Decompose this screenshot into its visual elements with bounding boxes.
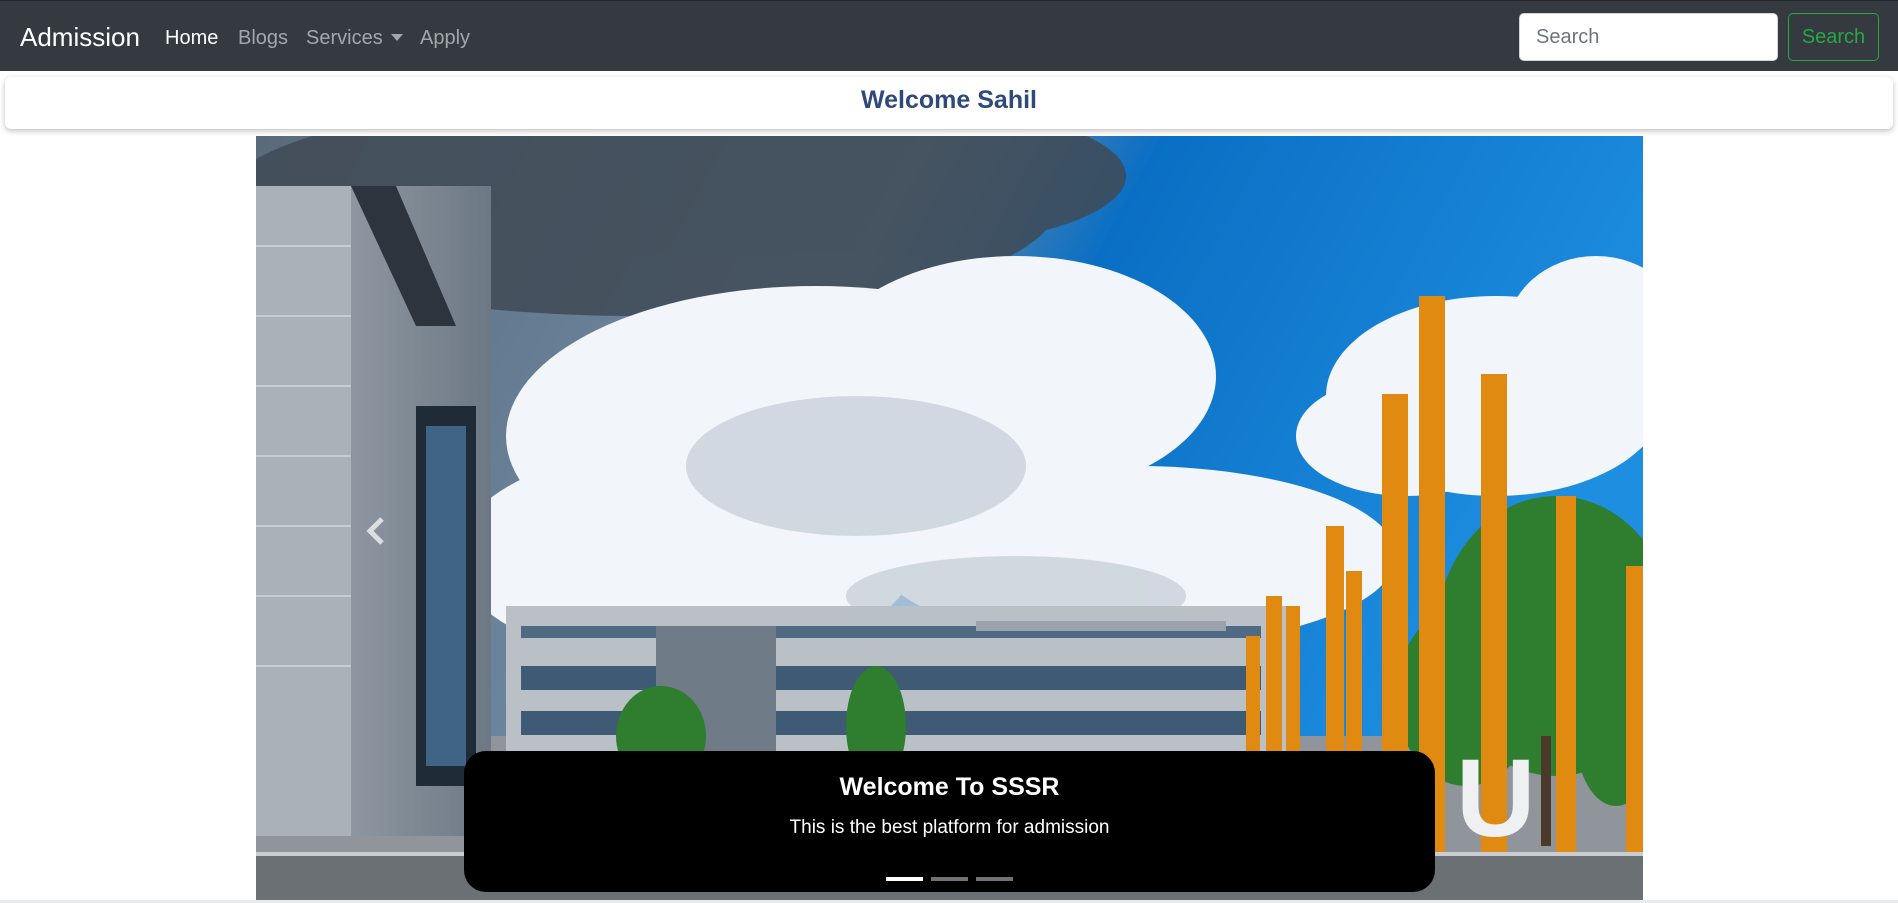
chevron-down-icon — [390, 33, 403, 41]
sign-letter: U — [1456, 737, 1535, 860]
chevron-left-icon — [366, 517, 384, 545]
carousel-prev-button[interactable] — [346, 501, 406, 561]
carousel-caption: Welcome To SSSR This is the best platfor… — [464, 751, 1435, 892]
caption-title: Welcome To SSSR — [839, 773, 1060, 801]
nav-services[interactable]: Services — [306, 25, 403, 51]
nav-blogs[interactable]: Blogs — [238, 25, 288, 51]
caption-text: This is the best platform for admission — [789, 817, 1110, 838]
search-button[interactable]: Search — [1788, 13, 1879, 61]
carousel: U Welcome To SSSR This is the best platf… — [256, 136, 1643, 903]
nav-apply[interactable]: Apply — [420, 25, 470, 51]
nav-home[interactable]: Home — [165, 25, 218, 51]
carousel-indicator-3[interactable] — [976, 877, 1013, 881]
carousel-indicator-1[interactable] — [886, 877, 923, 881]
carousel-indicator-2[interactable] — [931, 877, 968, 881]
welcome-message: Welcome Sahil — [861, 86, 1037, 114]
brand-logo[interactable]: Admission — [20, 20, 140, 54]
welcome-banner: Welcome Sahil — [5, 77, 1893, 129]
search-input[interactable] — [1519, 13, 1778, 61]
nav-services-label: Services — [306, 27, 383, 49]
navbar: Admission Home Blogs Services Apply Sear… — [0, 0, 1898, 71]
carousel-indicators — [464, 877, 1435, 881]
